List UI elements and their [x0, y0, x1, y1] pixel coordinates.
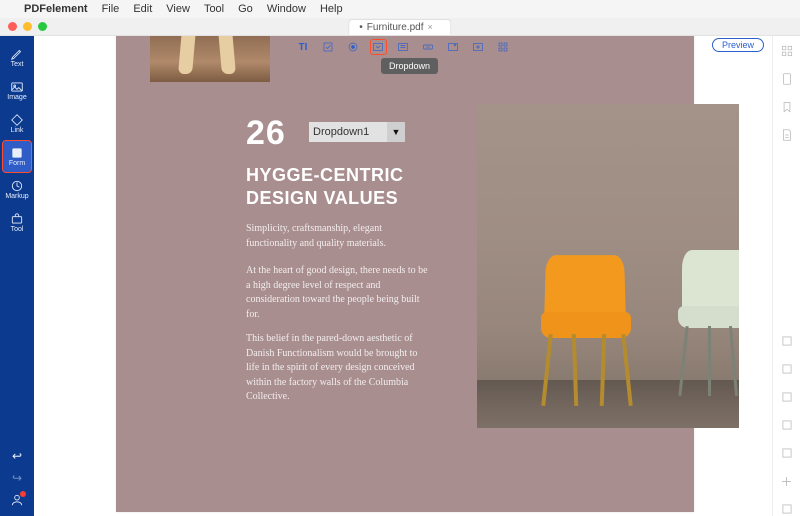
canvas-area: TI Prev: [34, 36, 772, 516]
user-account-icon[interactable]: [10, 493, 24, 510]
maximize-window-button[interactable]: [38, 22, 47, 31]
body-paragraph-1: Simplicity, craftsmanship, elegant funct…: [246, 222, 431, 251]
sidebar-item-link[interactable]: Link: [3, 108, 31, 139]
form-tool-more[interactable]: [495, 39, 512, 55]
chevron-down-icon[interactable]: ▼: [387, 122, 405, 142]
sidebar-item-tool[interactable]: Tool: [3, 207, 31, 238]
right-tool-a-icon[interactable]: [780, 334, 794, 348]
document-heading: HYGGE-CENTRIC DESIGN VALUES: [246, 164, 404, 209]
radio-icon: [347, 41, 359, 53]
body-paragraph-2: At the heart of good design, there needs…: [246, 264, 431, 322]
sidebar-item-label: Link: [11, 127, 24, 134]
main-area: TI Prev: [34, 36, 800, 516]
menu-go[interactable]: Go: [238, 3, 253, 15]
right-pane: ＋: [772, 36, 800, 516]
mac-menubar: PDFelement File Edit View Tool Go Window…: [0, 0, 800, 18]
menu-help[interactable]: Help: [320, 3, 343, 15]
notification-dot: [20, 491, 26, 497]
sidebar-item-text[interactable]: Text: [3, 42, 31, 73]
sidebar-bottom: ↩ ↪: [0, 449, 34, 516]
menu-window[interactable]: Window: [267, 3, 306, 15]
sidebar-item-form[interactable]: Form: [3, 141, 31, 172]
menu-tool[interactable]: Tool: [204, 3, 224, 15]
checkbox-icon: [322, 41, 334, 53]
form-dropdown-field[interactable]: Dropdown1 ▼: [309, 122, 405, 142]
traffic-lights: [0, 22, 47, 31]
sign-icon: [447, 41, 459, 53]
app-name[interactable]: PDFelement: [24, 3, 88, 15]
right-bookmark-icon[interactable]: [780, 100, 794, 114]
sidebar-item-label: Image: [7, 94, 26, 101]
right-thumbnails-icon[interactable]: [780, 44, 794, 58]
sidebar-item-label: Tool: [11, 226, 24, 233]
button-icon: [422, 41, 434, 53]
dropdown-icon: [372, 41, 384, 53]
form-icon: [10, 146, 24, 160]
redo-icon[interactable]: ↪: [12, 471, 22, 485]
image-field-icon: [472, 41, 484, 53]
sidebar-item-label: Text: [11, 61, 24, 68]
close-window-button[interactable]: [8, 22, 17, 31]
form-tool-dropdown[interactable]: [370, 39, 387, 55]
menu-file[interactable]: File: [102, 3, 120, 15]
close-tab-icon[interactable]: ×: [427, 22, 432, 32]
form-tool-image-field[interactable]: [470, 39, 487, 55]
menu-edit[interactable]: Edit: [133, 3, 152, 15]
form-tool-checkbox[interactable]: [320, 39, 337, 55]
right-attachment-icon[interactable]: [780, 128, 794, 142]
right-page-icon[interactable]: [780, 72, 794, 86]
right-add-button[interactable]: ＋: [780, 474, 794, 488]
form-tool-sign[interactable]: [445, 39, 462, 55]
sidebar-item-markup[interactable]: Markup: [3, 174, 31, 205]
sidebar-item-label: Markup: [5, 193, 28, 200]
document-page[interactable]: 26 Dropdown1 ▼ HYGGE-CENTRIC DESIGN VALU…: [116, 36, 694, 512]
form-tool-radio[interactable]: [345, 39, 362, 55]
body-paragraph-3: This belief in the pared-down aesthetic …: [246, 332, 431, 405]
sidebar-item-image[interactable]: Image: [3, 75, 31, 106]
tooltip-dropdown: Dropdown: [381, 58, 438, 74]
menu-view[interactable]: View: [166, 3, 190, 15]
grid-icon: [497, 41, 509, 53]
toolbox-icon: [10, 212, 24, 226]
left-sidebar: Text Image Link Form Markup Tool ↩ ↪: [0, 36, 34, 516]
image-icon: [10, 80, 24, 94]
form-tool-listbox[interactable]: [395, 39, 412, 55]
pencil-icon: [10, 47, 24, 61]
form-tool-button[interactable]: [420, 39, 437, 55]
dropdown-value: Dropdown1: [313, 126, 387, 138]
right-tool-c-icon[interactable]: [780, 390, 794, 404]
listbox-icon: [397, 41, 409, 53]
right-tool-e-icon[interactable]: [780, 446, 794, 460]
right-tool-f-icon[interactable]: [780, 502, 794, 516]
window-titlebar: • Furniture.pdf ×: [0, 18, 800, 36]
chair-pale-illustration: [672, 250, 739, 400]
form-tool-textfield[interactable]: TI: [295, 39, 312, 55]
chair-orange-illustration: [535, 254, 635, 404]
document-tab-title: Furniture.pdf: [367, 22, 424, 33]
right-tool-b-icon[interactable]: [780, 362, 794, 376]
decorative-photo-chairs: [477, 104, 739, 428]
sidebar-item-label: Form: [9, 160, 25, 167]
markup-icon: [10, 179, 24, 193]
doc-bullet: •: [359, 22, 363, 33]
heading-line-1: HYGGE-CENTRIC: [246, 165, 404, 185]
page-number-heading: 26: [246, 114, 286, 153]
undo-icon[interactable]: ↩: [12, 449, 22, 463]
heading-line-2: DESIGN VALUES: [246, 188, 398, 208]
right-tool-d-icon[interactable]: [780, 418, 794, 432]
link-icon: [10, 113, 24, 127]
minimize-window-button[interactable]: [23, 22, 32, 31]
document-tab[interactable]: • Furniture.pdf ×: [348, 19, 451, 35]
form-toolbar: TI: [34, 36, 772, 58]
